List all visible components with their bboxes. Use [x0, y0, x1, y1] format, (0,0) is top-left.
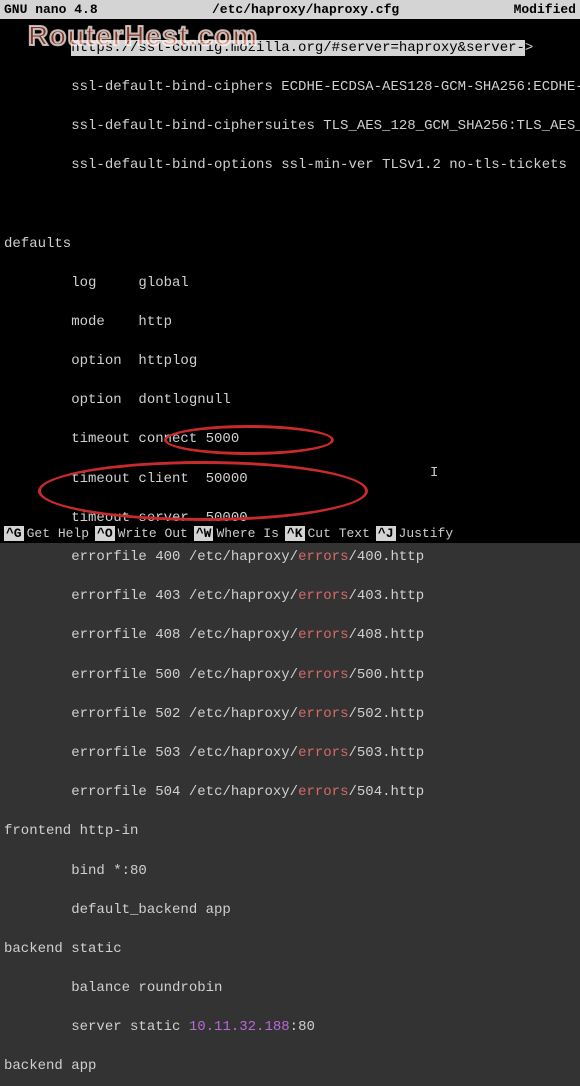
nano-editor: GNU nano 4.8 /etc/haproxy/haproxy.cfg Mo… [0, 0, 580, 543]
errorfile-line: errorfile 503 /etc/haproxy/errors/503.ht… [4, 744, 576, 764]
nano-shortcuts-bar: ^GGet Help ^OWrite Out ^WWhere Is ^KCut … [0, 524, 580, 543]
errorfile-line: errorfile 408 /etc/haproxy/errors/408.ht… [4, 626, 576, 646]
url-highlight: https://ssl-config.mozilla.org/#server=h… [71, 40, 525, 56]
config-line: mode http [4, 313, 576, 333]
nano-titlebar: GNU nano 4.8 /etc/haproxy/haproxy.cfg Mo… [0, 0, 580, 19]
frontend-section: frontend http-in [4, 822, 576, 842]
static-server-ip: 10.11.32.188 [189, 1019, 290, 1035]
errorfile-line: errorfile 403 /etc/haproxy/errors/403.ht… [4, 587, 576, 607]
config-line: balance roundrobin [4, 979, 576, 999]
config-line: ssl-default-bind-options ssl-min-ver TLS… [4, 156, 576, 176]
config-line: ssl-default-bind-ciphersuites TLS_AES_12… [4, 117, 576, 137]
app-version: GNU nano 4.8 [4, 2, 98, 17]
config-line: https://ssl-config.mozilla.org/#server=h… [4, 39, 576, 59]
config-line: timeout client 50000 [4, 470, 576, 490]
config-line: log global [4, 274, 576, 294]
config-line: server static 10.11.32.188:80 [4, 1018, 576, 1038]
config-line: ssl-default-bind-ciphers ECDHE-ECDSA-AES… [4, 78, 576, 98]
errorfile-line: errorfile 504 /etc/haproxy/errors/504.ht… [4, 783, 576, 803]
shortcut-write-out[interactable]: ^OWrite Out [95, 526, 188, 541]
config-line: bind *:80 [4, 862, 576, 882]
editor-content[interactable]: https://ssl-config.mozilla.org/#server=h… [0, 19, 580, 1086]
backend-app-section: backend app [4, 1057, 576, 1077]
blank-line [4, 195, 576, 215]
shortcut-help[interactable]: ^GGet Help [4, 526, 89, 541]
errorfile-line: errorfile 502 /etc/haproxy/errors/502.ht… [4, 705, 576, 725]
config-line: default_backend app [4, 901, 576, 921]
defaults-section: defaults [4, 235, 576, 255]
errorfile-line: errorfile 500 /etc/haproxy/errors/500.ht… [4, 666, 576, 686]
shortcut-cut-text[interactable]: ^KCut Text [285, 526, 370, 541]
shortcut-where-is[interactable]: ^WWhere Is [194, 526, 279, 541]
config-line: option httplog [4, 352, 576, 372]
file-path: /etc/haproxy/haproxy.cfg [212, 2, 399, 17]
errorfile-line: errorfile 400 /etc/haproxy/errors/400.ht… [4, 548, 576, 568]
config-line: timeout connect 5000 [4, 430, 576, 450]
shortcut-justify[interactable]: ^JJustify [376, 526, 453, 541]
modified-indicator: Modified [514, 2, 576, 17]
backend-static-section: backend static [4, 940, 576, 960]
config-line: option dontlognull [4, 391, 576, 411]
